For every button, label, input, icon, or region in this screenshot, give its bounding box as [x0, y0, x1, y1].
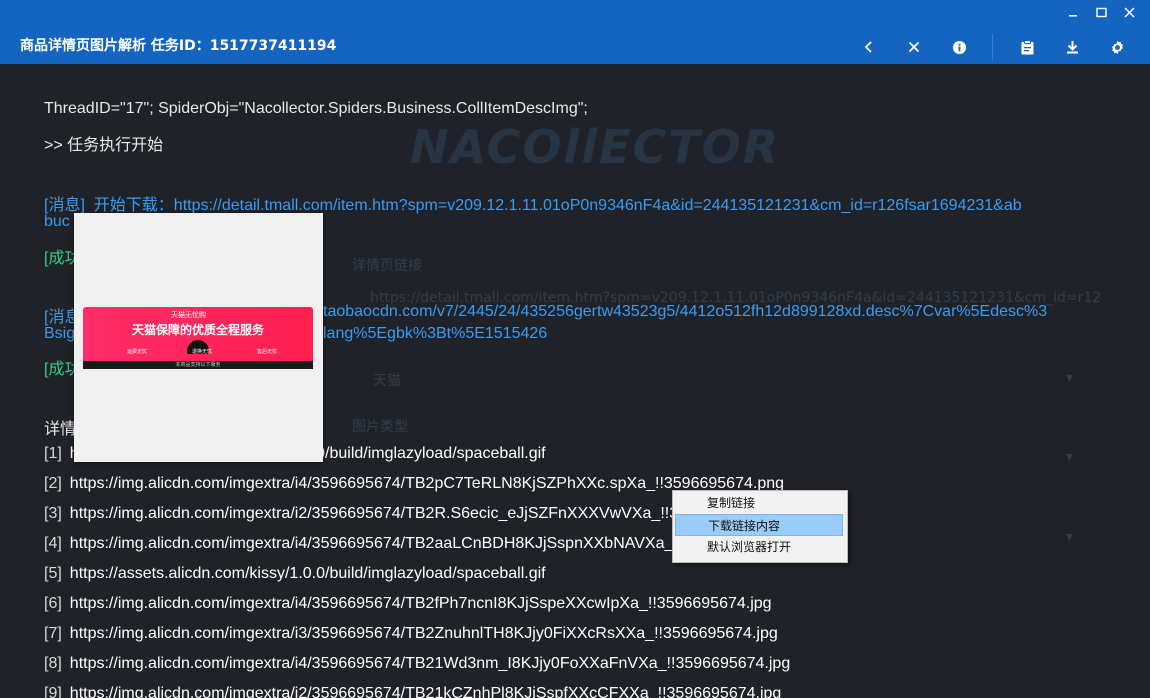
url-index: [3]	[44, 505, 62, 522]
menu-item-download-content[interactable]: 下载链接内容	[675, 514, 843, 536]
preview-banner-image: 天猫无忧购 天猫保障的优质全程服务 运费无忧 退换无忧 售后无忧 本商品支持以下…	[83, 307, 313, 369]
ghost-field-label: 图片类型	[352, 419, 408, 435]
url-index: [7]	[44, 625, 62, 642]
url-list-item[interactable]: [8] https://img.alicdn.com/imgextra/i4/35…	[44, 655, 790, 673]
ghost-field-label: 详情页链接	[352, 258, 422, 274]
log-message-continued: Bsig	[44, 325, 76, 342]
banner-footer: 本商品支持以下服务	[83, 361, 313, 369]
context-menu: 复制链接 下载链接内容 默认浏览器打开	[672, 490, 848, 563]
url-link[interactable]: https://img.alicdn.com/imgextra/i2/35966…	[70, 685, 782, 698]
url-index: [2]	[44, 475, 62, 492]
url-list-item[interactable]: [6] https://img.alicdn.com/imgextra/i4/35…	[44, 595, 772, 613]
url-link[interactable]: https://img.alicdn.com/imgextra/i3/35966…	[70, 625, 778, 642]
log-message-continued: lang%5Egbk%3Bt%5E1515426	[323, 325, 548, 342]
settings-icon[interactable]	[1106, 36, 1128, 58]
clipboard-icon[interactable]	[1016, 36, 1038, 58]
menu-item-copy-link[interactable]: 复制链接	[675, 492, 843, 514]
detail-label: 详情	[44, 421, 77, 438]
toolbar-divider	[992, 34, 993, 60]
minimize-icon[interactable]	[1064, 4, 1082, 20]
banner-tags: 运费无忧 退换无忧 售后无忧	[127, 348, 277, 355]
info-icon[interactable]	[948, 36, 970, 58]
console-output: NACOllECTOR 详情页链接 https://detail.tmall.c…	[0, 64, 1150, 698]
url-index: [4]	[44, 535, 62, 552]
url-list-item[interactable]: [5] https://assets.alicdn.com/kissy/1.0.0…	[44, 565, 546, 583]
log-message: [消息] 开始下载：https://detail.tmall.com/item.…	[44, 191, 1022, 215]
url-link[interactable]: https://img.alicdn.com/imgextra/i4/35966…	[70, 655, 790, 672]
log-thread-line: ThreadID="17"; SpiderObj="Nacollector.Sp…	[44, 100, 588, 117]
stop-icon[interactable]	[903, 36, 925, 58]
toolbar	[835, 34, 1128, 60]
window-controls	[1064, 4, 1138, 20]
url-index: [5]	[44, 565, 62, 582]
log-message-text[interactable]: taobaocdn.com/v7/2445/24/435256gertw4352…	[323, 303, 1047, 321]
ghost-chevron-down-icon: ▾	[1066, 370, 1074, 386]
ghost-select-value: 天猫	[373, 373, 401, 389]
back-icon[interactable]	[858, 36, 880, 58]
banner-tag: 运费无忧	[127, 349, 148, 355]
log-message-continued: buc	[44, 213, 70, 230]
watermark-logo: NACOllECTOR	[410, 120, 781, 174]
image-preview-popup: 天猫无忧购 天猫保障的优质全程服务 运费无忧 退换无忧 售后无忧 本商品支持以下…	[74, 213, 323, 462]
tmall-logo: 天猫无忧购	[171, 311, 206, 319]
ghost-chevron-down-icon: ▾	[1066, 449, 1074, 465]
title-bar: 商品详情页图片解析 任务ID：1517737411194	[0, 0, 1150, 64]
url-index: [1]	[44, 445, 62, 462]
url-index: [6]	[44, 595, 62, 612]
url-list-item[interactable]: [7] https://img.alicdn.com/imgextra/i3/35…	[44, 625, 778, 643]
url-link[interactable]: https://img.alicdn.com/imgextra/i4/35966…	[70, 595, 772, 612]
url-list-item[interactable]: [9] https://img.alicdn.com/imgextra/i2/35…	[44, 685, 781, 698]
maximize-icon[interactable]	[1092, 4, 1110, 20]
download-icon[interactable]	[1061, 36, 1083, 58]
banner-title: 天猫保障的优质全程服务	[131, 323, 264, 337]
url-link[interactable]: https://assets.alicdn.com/kissy/1.0.0/bu…	[70, 565, 546, 582]
window-title: 商品详情页图片解析 任务ID：1517737411194	[20, 38, 337, 54]
close-icon[interactable]	[1120, 4, 1138, 20]
url-index: [9]	[44, 685, 62, 698]
menu-item-open-browser[interactable]: 默认浏览器打开	[675, 536, 843, 558]
ghost-chevron-down-icon: ▾	[1066, 529, 1074, 545]
banner-tag: 退换无忧	[191, 349, 212, 355]
log-start-line: >> 任务执行开始	[44, 137, 164, 154]
banner-tag: 售后无忧	[256, 349, 277, 355]
url-index: [8]	[44, 655, 62, 672]
message-prefix: [消息]	[44, 197, 85, 214]
message-text[interactable]: 开始下载：https://detail.tmall.com/item.htm?s…	[94, 197, 1022, 214]
